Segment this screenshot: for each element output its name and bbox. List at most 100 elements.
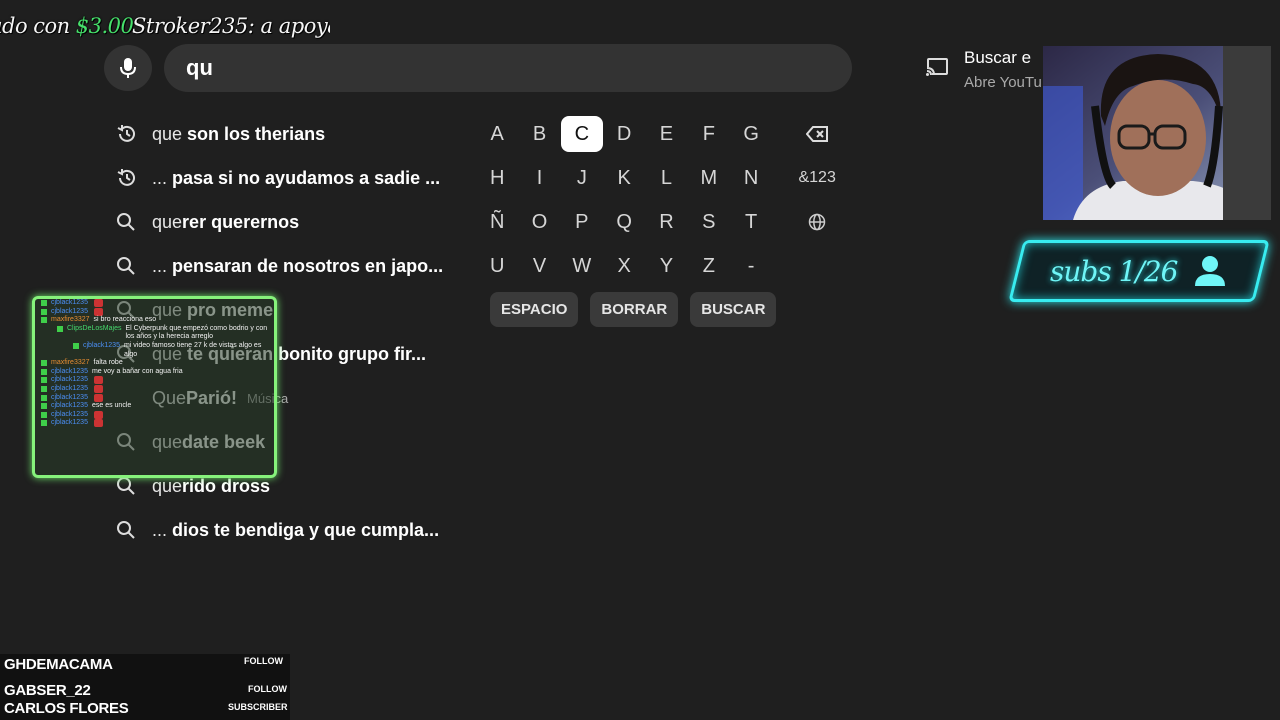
chat-badge-icon bbox=[73, 342, 79, 349]
keyboard-row: H I J K L M N &123 bbox=[476, 156, 846, 200]
chat-username: cjblack1235 bbox=[51, 307, 88, 315]
suggestion-completion: rer querernos bbox=[182, 211, 300, 232]
voice-search-button[interactable] bbox=[104, 45, 152, 91]
streamer-image bbox=[1043, 46, 1271, 220]
suggestion-text: ... dios te bendiga y que cumpla... bbox=[152, 520, 439, 541]
chat-emote-icon bbox=[93, 419, 103, 428]
mic-icon bbox=[120, 58, 136, 78]
cast-prompt[interactable]: Buscar e Abre YouTu bbox=[926, 48, 1042, 91]
key-A[interactable]: A bbox=[476, 116, 518, 152]
suggestion-completion: son los therians bbox=[182, 123, 326, 144]
suggestion-item[interactable]: ... pensaran de nosotros en japo... bbox=[112, 244, 462, 288]
chat-badge-icon bbox=[41, 300, 47, 306]
key-U[interactable]: U bbox=[476, 248, 518, 284]
chat-emote-icon bbox=[93, 393, 103, 402]
ticker-second: Stroker235: a apoyado co bbox=[132, 14, 330, 38]
chat-username: cjblack1235 bbox=[51, 376, 88, 384]
history-icon bbox=[112, 112, 144, 156]
chat-text: mi video famoso tiene 27 k de vistas alg… bbox=[123, 341, 262, 358]
key-L[interactable]: L bbox=[645, 160, 687, 196]
search-icon bbox=[112, 244, 144, 288]
event-name: GABSER_22 bbox=[4, 682, 91, 699]
key-Y[interactable]: Y bbox=[645, 248, 687, 284]
key-E[interactable]: E bbox=[645, 116, 687, 152]
suggestion-text: querer querernos bbox=[152, 212, 299, 233]
key-C[interactable]: C bbox=[560, 116, 603, 152]
search-query: qu bbox=[186, 55, 213, 80]
suggestion-completion: dios te bendiga y que cumpla... bbox=[167, 519, 440, 540]
donation-ticker: ado con$3.00 Stroker235: a apoyado co bbox=[0, 8, 330, 44]
key-X[interactable]: X bbox=[603, 248, 645, 284]
suggestion-prefix: que bbox=[152, 211, 183, 232]
key-F[interactable]: F bbox=[688, 116, 730, 152]
key-Q[interactable]: Q bbox=[603, 204, 645, 240]
symbols-key[interactable]: &123 bbox=[788, 160, 846, 196]
suggestion-text: ... pensaran de nosotros en japo... bbox=[152, 256, 443, 277]
recent-events: GHDEMACAMA FOLLOW GABSER_22 FOLLOW CARLOS FL… bbox=[0, 654, 290, 720]
key-I[interactable]: I bbox=[518, 160, 560, 196]
chat-username: cjblack1235 bbox=[51, 384, 88, 392]
key-B[interactable]: B bbox=[518, 116, 560, 152]
suggestion-item[interactable]: que son los therians bbox=[112, 112, 462, 156]
key-M[interactable]: M bbox=[688, 160, 730, 196]
key-N[interactable]: N bbox=[730, 160, 772, 196]
chat-text: El Cyberpunk que empezó como bodrio y co… bbox=[125, 324, 268, 341]
suggestion-text: que son los therians bbox=[152, 124, 325, 145]
suggestion-prefix: ... bbox=[152, 255, 168, 276]
chat-username: cjblack1235 bbox=[51, 410, 88, 418]
chat-username: maxfire3327 bbox=[51, 359, 90, 367]
suggestion-prefix: ... bbox=[152, 167, 168, 188]
chat-username: cjblack1235 bbox=[51, 299, 88, 306]
chat-emote-icon bbox=[93, 384, 103, 393]
key-S[interactable]: S bbox=[688, 204, 730, 240]
chat-message: cjblack1235 bbox=[35, 393, 274, 403]
key-Z[interactable]: Z bbox=[688, 248, 730, 284]
chat-emote-icon bbox=[93, 410, 103, 419]
key-K[interactable]: K bbox=[603, 160, 645, 196]
key-D[interactable]: D bbox=[603, 116, 645, 152]
chat-message: cjblack1235 bbox=[35, 384, 274, 394]
chat-text: falta robe bbox=[93, 359, 123, 367]
chat-badge-icon bbox=[41, 368, 47, 375]
chat-badge-icon bbox=[41, 411, 47, 418]
borrar-button[interactable]: BORRAR bbox=[590, 292, 679, 327]
chat-message: ClipsDeLosMajes El Cyberpunk que empezó c… bbox=[35, 325, 274, 342]
key-P[interactable]: P bbox=[561, 204, 603, 240]
chat-message: maxfire3327 si bro reacciona eso bbox=[35, 316, 274, 325]
user-icon bbox=[1195, 256, 1226, 286]
suggestion-prefix: que bbox=[152, 123, 183, 144]
key-J[interactable]: J bbox=[561, 160, 603, 196]
key-Ñ[interactable]: Ñ bbox=[476, 204, 518, 240]
key-R[interactable]: R bbox=[645, 204, 687, 240]
key-W[interactable]: W bbox=[561, 248, 603, 284]
history-icon bbox=[112, 156, 144, 200]
chat-username: cjblack1235 bbox=[51, 419, 88, 427]
chat-emote-icon bbox=[93, 307, 103, 316]
chat-badge-icon bbox=[57, 325, 63, 332]
search-input[interactable]: qu bbox=[164, 44, 852, 92]
key-T[interactable]: T bbox=[730, 204, 772, 240]
key-H[interactable]: H bbox=[476, 160, 518, 196]
buscar-button[interactable]: BUSCAR bbox=[690, 292, 777, 327]
key-V[interactable]: V bbox=[518, 248, 560, 284]
chat-badge-icon bbox=[41, 308, 47, 315]
chat-emote-icon bbox=[93, 376, 103, 385]
backspace-key[interactable] bbox=[788, 116, 846, 152]
cast-subtitle: Abre YouTu bbox=[964, 74, 1042, 91]
chat-message: cjblack1235 bbox=[35, 419, 274, 428]
suggestion-item[interactable]: querer querernos bbox=[112, 200, 462, 244]
key-G[interactable]: G bbox=[730, 116, 772, 152]
keyboard-row: UVWXYZ- bbox=[476, 244, 846, 288]
espacio-button[interactable]: ESPACIO bbox=[490, 292, 579, 327]
key-O[interactable]: O bbox=[518, 204, 560, 240]
event-type: FOLLOW bbox=[244, 656, 283, 666]
key--[interactable]: - bbox=[730, 248, 772, 284]
chat-username: ClipsDeLosMajes bbox=[67, 324, 122, 332]
chat-text: ese es uncle bbox=[91, 402, 132, 410]
chat-badge-icon bbox=[41, 394, 47, 401]
globe-key[interactable] bbox=[788, 204, 846, 240]
suggestion-item[interactable]: ... pasa si no ayudamos a sadie ... bbox=[112, 156, 462, 200]
suggestion-item[interactable]: ... dios te bendiga y que cumpla... bbox=[112, 508, 462, 552]
keyboard-actions: ESPACIO BORRAR BUSCAR bbox=[490, 292, 777, 327]
onscreen-keyboard: A B C D E F G H I J K L M N &123 Ñ O P Q R S T U V W X Y Z - bbox=[476, 112, 846, 288]
